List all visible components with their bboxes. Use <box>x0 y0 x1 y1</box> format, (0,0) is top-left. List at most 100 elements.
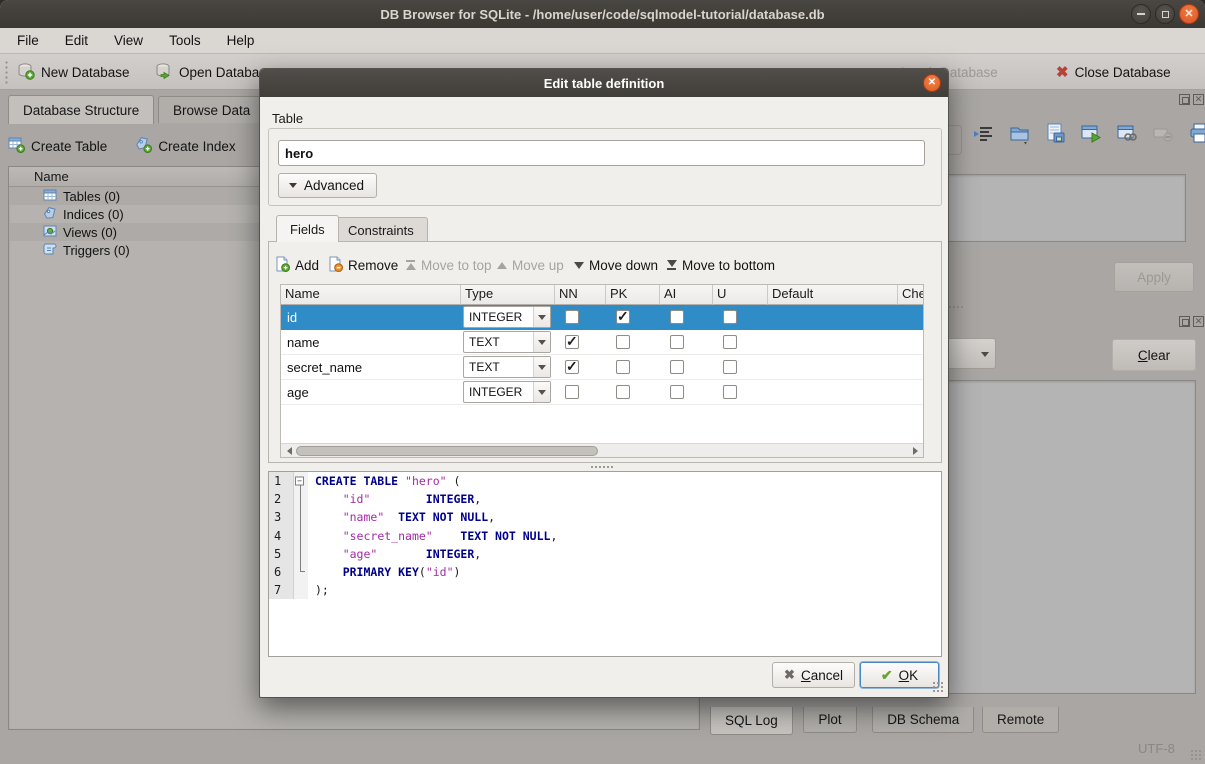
field-default-cell[interactable] <box>768 330 898 354</box>
column-header-default[interactable]: Default <box>768 285 898 305</box>
create-table-button[interactable]: Create Table <box>8 133 107 159</box>
move-down-button[interactable]: Move down <box>574 253 658 277</box>
field-row-secret_name[interactable]: secret_nameTEXT <box>281 355 923 380</box>
table-name-input[interactable]: hero <box>278 140 925 166</box>
field-row-id[interactable]: idINTEGER <box>281 305 923 330</box>
pk-checkbox[interactable] <box>616 360 630 374</box>
scroll-right-icon[interactable] <box>909 444 923 458</box>
column-header-check[interactable]: Check <box>898 285 924 305</box>
field-type-combobox[interactable]: INTEGER <box>463 306 551 328</box>
tab-remote[interactable]: Remote <box>982 707 1059 733</box>
dialog-resize-grip[interactable] <box>932 681 944 693</box>
dock-splitter-grip[interactable] <box>948 305 964 309</box>
menu-file[interactable]: File <box>4 28 52 53</box>
field-type-combobox[interactable]: INTEGER <box>463 381 551 403</box>
dock-float-icon[interactable] <box>1179 94 1190 105</box>
new-database-button[interactable]: New Database <box>17 58 130 86</box>
field-default-cell[interactable] <box>768 380 898 404</box>
dock-close-icon[interactable]: ✕ <box>1193 94 1204 105</box>
close-window-icon[interactable]: ✕ <box>1179 4 1199 24</box>
move-to-bottom-button[interactable]: Move to bottom <box>667 253 775 277</box>
tab-fields[interactable]: Fields <box>276 215 339 242</box>
field-type-combobox[interactable]: TEXT <box>463 356 551 378</box>
window-resize-grip[interactable] <box>1190 749 1202 761</box>
field-row-age[interactable]: ageINTEGER <box>281 380 923 405</box>
tab-constraints[interactable]: Constraints <box>334 217 428 242</box>
print-icon[interactable] <box>1188 122 1205 145</box>
fold-margin[interactable] <box>294 490 308 508</box>
nn-checkbox[interactable] <box>565 385 579 399</box>
field-row-name[interactable]: nameTEXT <box>281 330 923 355</box>
column-header-pk[interactable]: PK <box>606 285 660 305</box>
u-checkbox[interactable] <box>723 310 737 324</box>
format-sql-icon[interactable] <box>972 122 995 145</box>
advanced-toggle-button[interactable]: Advanced <box>278 173 377 198</box>
ai-checkbox[interactable] <box>670 385 684 399</box>
save-sql-file-icon[interactable] <box>1044 122 1067 145</box>
column-header-u[interactable]: U <box>713 285 768 305</box>
field-default-cell[interactable] <box>768 305 898 329</box>
nn-checkbox[interactable] <box>565 310 579 324</box>
column-header-ai[interactable]: AI <box>660 285 713 305</box>
fold-margin[interactable] <box>294 563 308 581</box>
log-dock-close-icon[interactable]: ✕ <box>1193 316 1204 327</box>
stop-execution-icon[interactable] <box>1152 122 1175 145</box>
menu-edit[interactable]: Edit <box>52 28 101 53</box>
fold-margin[interactable] <box>294 581 308 599</box>
tab-db-schema[interactable]: DB Schema <box>872 707 974 733</box>
window-titlebar[interactable]: DB Browser for SQLite - /home/user/code/… <box>0 0 1205 28</box>
field-check-cell[interactable] <box>898 305 924 329</box>
ai-checkbox[interactable] <box>670 360 684 374</box>
clear-log-button[interactable]: Clear <box>1112 339 1196 371</box>
log-dock-float-icon[interactable] <box>1179 316 1190 327</box>
fold-margin[interactable]: − <box>294 472 308 490</box>
add-button[interactable]: Add <box>274 253 319 277</box>
scrollbar-thumb[interactable] <box>296 446 598 456</box>
move-to-top-button[interactable]: Move to top <box>406 253 492 277</box>
pk-checkbox[interactable] <box>616 335 630 349</box>
fold-margin[interactable] <box>294 508 308 526</box>
create-index-button[interactable]: Create Index <box>135 133 235 159</box>
dialog-close-icon[interactable]: ✕ <box>923 74 941 92</box>
column-header-type[interactable]: Type <box>461 285 555 305</box>
column-header-nn[interactable]: NN <box>555 285 606 305</box>
execute-sql-icon[interactable] <box>1080 122 1103 145</box>
u-checkbox[interactable] <box>723 335 737 349</box>
field-check-cell[interactable] <box>898 330 924 354</box>
nn-checkbox[interactable] <box>565 360 579 374</box>
menu-help[interactable]: Help <box>214 28 268 53</box>
ok-button[interactable]: ✔ OK <box>860 662 939 688</box>
tab-database-structure[interactable]: Database Structure <box>8 95 154 124</box>
nn-checkbox[interactable] <box>565 335 579 349</box>
move-up-button[interactable]: Move up <box>497 253 564 277</box>
fold-margin[interactable] <box>294 545 308 563</box>
minimize-window-icon[interactable] <box>1131 4 1151 24</box>
column-header-name[interactable]: Name <box>281 285 461 305</box>
fold-margin[interactable] <box>294 527 308 545</box>
toolbar-grip[interactable] <box>4 60 9 84</box>
remove-button[interactable]: Remove <box>327 253 398 277</box>
u-checkbox[interactable] <box>723 360 737 374</box>
close-database-button[interactable]: ✖ Close Database <box>1056 58 1171 86</box>
scroll-left-icon[interactable] <box>281 444 295 458</box>
open-sql-file-icon[interactable] <box>1008 122 1031 145</box>
open-linked-icon[interactable] <box>1116 122 1139 145</box>
ai-checkbox[interactable] <box>670 310 684 324</box>
fold-collapse-icon[interactable]: − <box>295 477 304 486</box>
encoding-indicator[interactable]: UTF-8 <box>1138 741 1175 756</box>
tab-sql-log[interactable]: SQL Log <box>710 707 793 735</box>
tab-browse-data[interactable]: Browse Data <box>158 96 265 123</box>
ai-checkbox[interactable] <box>670 335 684 349</box>
maximize-window-icon[interactable] <box>1155 4 1175 24</box>
field-type-combobox[interactable]: TEXT <box>463 331 551 353</box>
field-default-cell[interactable] <box>768 355 898 379</box>
pk-checkbox[interactable] <box>616 385 630 399</box>
field-check-cell[interactable] <box>898 380 924 404</box>
fields-table-hscrollbar[interactable] <box>281 443 923 457</box>
cancel-button[interactable]: ✖ Cancel <box>772 662 855 688</box>
menu-view[interactable]: View <box>101 28 156 53</box>
dialog-splitter-grip[interactable] <box>590 465 614 469</box>
field-check-cell[interactable] <box>898 355 924 379</box>
tab-plot[interactable]: Plot <box>803 707 856 733</box>
u-checkbox[interactable] <box>723 385 737 399</box>
